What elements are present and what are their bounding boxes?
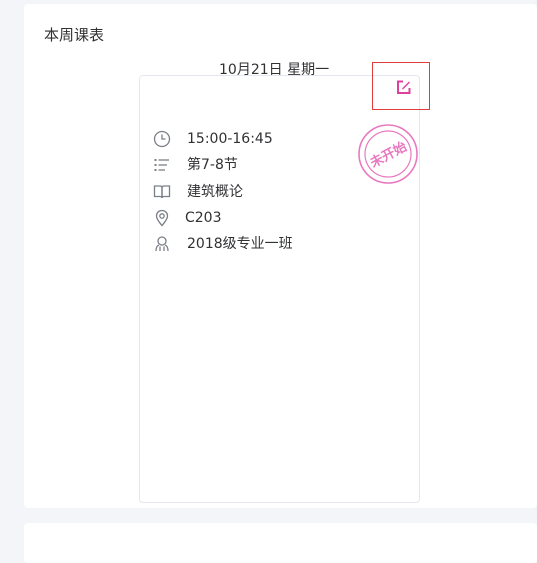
- period-row: 第7-8节: [153, 152, 293, 178]
- course-info: 15:00-16:45 第7-8节 建筑概论 C203 2018级专业一班: [153, 126, 293, 257]
- time-row: 15:00-16:45: [153, 126, 293, 152]
- course-room: C203: [185, 210, 222, 227]
- course-name: 建筑概论: [187, 183, 243, 200]
- edit-button[interactable]: [372, 62, 430, 110]
- section-title: 本周课表: [44, 26, 105, 44]
- location-pin-icon: [155, 209, 169, 227]
- class-row: 2018级专业一班: [153, 231, 293, 257]
- book-icon: [153, 185, 171, 198]
- class-group: 2018级专业一班: [187, 236, 293, 253]
- course-period: 第7-8节: [187, 157, 238, 174]
- edit-icon: [397, 80, 411, 94]
- students-icon: [155, 236, 169, 252]
- clock-icon: [153, 130, 171, 148]
- room-row: C203: [153, 205, 293, 231]
- status-stamp: 未开始: [358, 124, 418, 184]
- course-time: 15:00-16:45: [187, 131, 273, 148]
- list-icon: [154, 159, 169, 172]
- status-stamp-text: 未开始: [367, 139, 410, 172]
- name-row: 建筑概论: [153, 179, 293, 205]
- next-panel: [24, 523, 537, 563]
